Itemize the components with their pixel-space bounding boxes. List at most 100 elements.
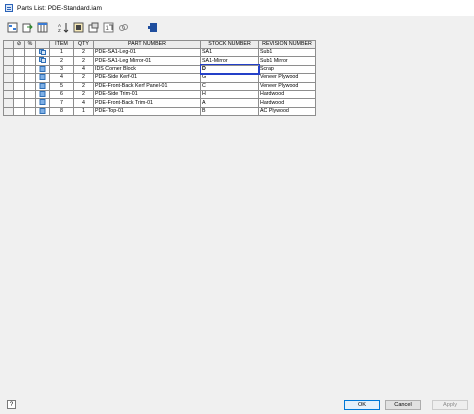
row-override-cell[interactable]	[13, 73, 25, 83]
bom-icon	[148, 22, 157, 32]
part-number-cell[interactable]: PDE-Side Trim-01	[93, 90, 201, 100]
qty-cell[interactable]: 1	[73, 106, 94, 117]
member-settings-button[interactable]	[87, 21, 100, 34]
table-row[interactable]: 4 2 PDE-Side Kerf-01 G Veneer Plywood	[3, 73, 316, 83]
part-number-cell[interactable]: PDE-Front-Back Trim-01	[93, 98, 201, 108]
row-state-cell[interactable]	[3, 47, 14, 58]
renumber-button[interactable]: 1	[102, 21, 115, 34]
part-number-cell[interactable]: PDE-Top-01	[93, 106, 201, 117]
row-override-cell[interactable]	[13, 81, 25, 92]
part-number-cell[interactable]: PDE-SA1-Leg-01	[93, 47, 201, 58]
row-state-cell[interactable]	[3, 90, 14, 100]
qty-cell[interactable]: 2	[73, 56, 94, 66]
item-cell[interactable]: 1	[49, 47, 74, 58]
item-cell[interactable]: 2	[49, 56, 74, 66]
part-number-cell[interactable]: PDE-SA1-Leg Mirror-01	[93, 56, 201, 66]
qty-cell[interactable]: 2	[73, 81, 94, 92]
row-override-cell[interactable]	[13, 64, 25, 75]
ok-button[interactable]: OK	[344, 400, 380, 410]
row-percent-cell[interactable]	[24, 56, 36, 66]
stock-number-cell[interactable]: C	[200, 81, 259, 92]
row-percent-cell[interactable]	[24, 98, 36, 108]
item-cell[interactable]: 5	[49, 81, 74, 92]
filter-settings-button[interactable]	[6, 21, 19, 34]
table-row[interactable]: 1 2 PDE-SA1-Leg-01 SA1 Sub1	[3, 47, 316, 58]
row-percent-cell[interactable]	[24, 64, 36, 75]
sort-button[interactable]: AZ	[57, 21, 70, 34]
row-override-cell[interactable]	[13, 106, 25, 117]
row-percent-cell[interactable]	[24, 47, 36, 58]
part-number-cell[interactable]: PDE-Front-Back Kerf Panel-01	[93, 81, 201, 92]
table-row[interactable]: 5 2 PDE-Front-Back Kerf Panel-01 C Venee…	[3, 81, 316, 92]
row-state-cell[interactable]	[3, 73, 14, 83]
revision-number-cell[interactable]: Scrap	[258, 64, 316, 75]
qty-cell[interactable]: 4	[73, 64, 94, 75]
row-override-cell[interactable]	[13, 56, 25, 66]
row-state-cell[interactable]	[3, 81, 14, 92]
item-cell[interactable]: 7	[49, 98, 74, 108]
item-cell[interactable]: 8	[49, 106, 74, 117]
header-qty[interactable]: QTY	[73, 40, 94, 49]
revision-number-cell[interactable]: Hardwood	[258, 98, 316, 108]
row-state-cell[interactable]	[3, 98, 14, 108]
svg-text:Z: Z	[58, 28, 61, 33]
part-number-cell[interactable]: IDS Corner Block	[93, 64, 201, 75]
part-icon	[39, 74, 46, 81]
stock-number-cell[interactable]: B	[200, 106, 259, 117]
stock-number-cell-selected[interactable]: D	[199, 64, 260, 75]
qty-cell[interactable]: 2	[73, 73, 94, 83]
row-override-cell[interactable]	[13, 47, 25, 58]
bom-button[interactable]	[146, 21, 159, 34]
revision-number-cell[interactable]: AC Plywood	[258, 106, 316, 117]
header-icon[interactable]	[35, 40, 50, 49]
cancel-button[interactable]: Cancel	[385, 400, 421, 410]
window-title: Parts List: PDE-Standard.iam	[17, 4, 102, 12]
revision-number-cell[interactable]: Sub1 Mirror	[258, 56, 316, 66]
qty-cell[interactable]: 4	[73, 98, 94, 108]
header-percent[interactable]: %	[24, 40, 36, 49]
group-settings-button[interactable]	[72, 21, 85, 34]
revision-number-cell[interactable]: Sub1	[258, 47, 316, 58]
parts-list-grid-area: ⊘ % ITEM QTY PART NUMBER STOCK NUMBER RE…	[3, 40, 474, 395]
revision-number-cell[interactable]: Hardwood	[258, 90, 316, 100]
qty-cell[interactable]: 2	[73, 47, 94, 58]
header-state[interactable]	[3, 40, 14, 49]
stock-number-cell[interactable]: SA1	[200, 47, 259, 58]
stock-number-cell[interactable]: A	[200, 98, 259, 108]
header-item[interactable]: ITEM	[49, 40, 74, 49]
revision-number-cell[interactable]: Veneer Plywood	[258, 81, 316, 92]
part-number-cell[interactable]: PDE-Side Kerf-01	[93, 73, 201, 83]
table-row[interactable]: 7 4 PDE-Front-Back Trim-01 A Hardwood	[3, 98, 316, 108]
help-button[interactable]: ?	[7, 400, 16, 409]
table-row[interactable]: 6 2 PDE-Side Trim-01 H Hardwood	[3, 90, 316, 100]
row-percent-cell[interactable]	[24, 106, 36, 117]
stock-number-cell[interactable]: H	[200, 90, 259, 100]
row-override-cell[interactable]	[13, 98, 25, 108]
row-percent-cell[interactable]	[24, 73, 36, 83]
column-chooser-button[interactable]	[36, 21, 49, 34]
header-stock-number[interactable]: STOCK NUMBER	[200, 40, 259, 49]
row-percent-cell[interactable]	[24, 81, 36, 92]
row-state-cell[interactable]	[3, 106, 14, 117]
stock-number-cell[interactable]: SA1-Mirror	[200, 56, 259, 66]
row-override-cell[interactable]	[13, 90, 25, 100]
table-row[interactable]: 3 4 IDS Corner Block D Scrap	[3, 64, 316, 75]
row-state-cell[interactable]	[3, 64, 14, 75]
header-part-number[interactable]: PART NUMBER	[93, 40, 201, 49]
row-state-cell[interactable]	[3, 56, 14, 66]
member-settings-icon	[88, 22, 99, 32]
item-cell[interactable]: 3	[49, 64, 74, 75]
stock-number-cell[interactable]: G	[200, 73, 259, 83]
export-button[interactable]	[21, 21, 34, 34]
revision-number-cell[interactable]: Veneer Plywood	[258, 73, 316, 83]
header-override[interactable]: ⊘	[13, 40, 25, 49]
apply-button[interactable]: Apply	[432, 400, 468, 410]
table-row[interactable]: 2 2 PDE-SA1-Leg Mirror-01 SA1-Mirror Sub…	[3, 56, 316, 66]
item-cell[interactable]: 4	[49, 73, 74, 83]
table-row[interactable]: 8 1 PDE-Top-01 B AC Plywood	[3, 106, 316, 117]
item-cell[interactable]: 6	[49, 90, 74, 100]
row-percent-cell[interactable]	[24, 90, 36, 100]
links-button[interactable]	[117, 21, 130, 34]
qty-cell[interactable]: 2	[73, 90, 94, 100]
header-revision-number[interactable]: REVISION NUMBER	[258, 40, 316, 49]
